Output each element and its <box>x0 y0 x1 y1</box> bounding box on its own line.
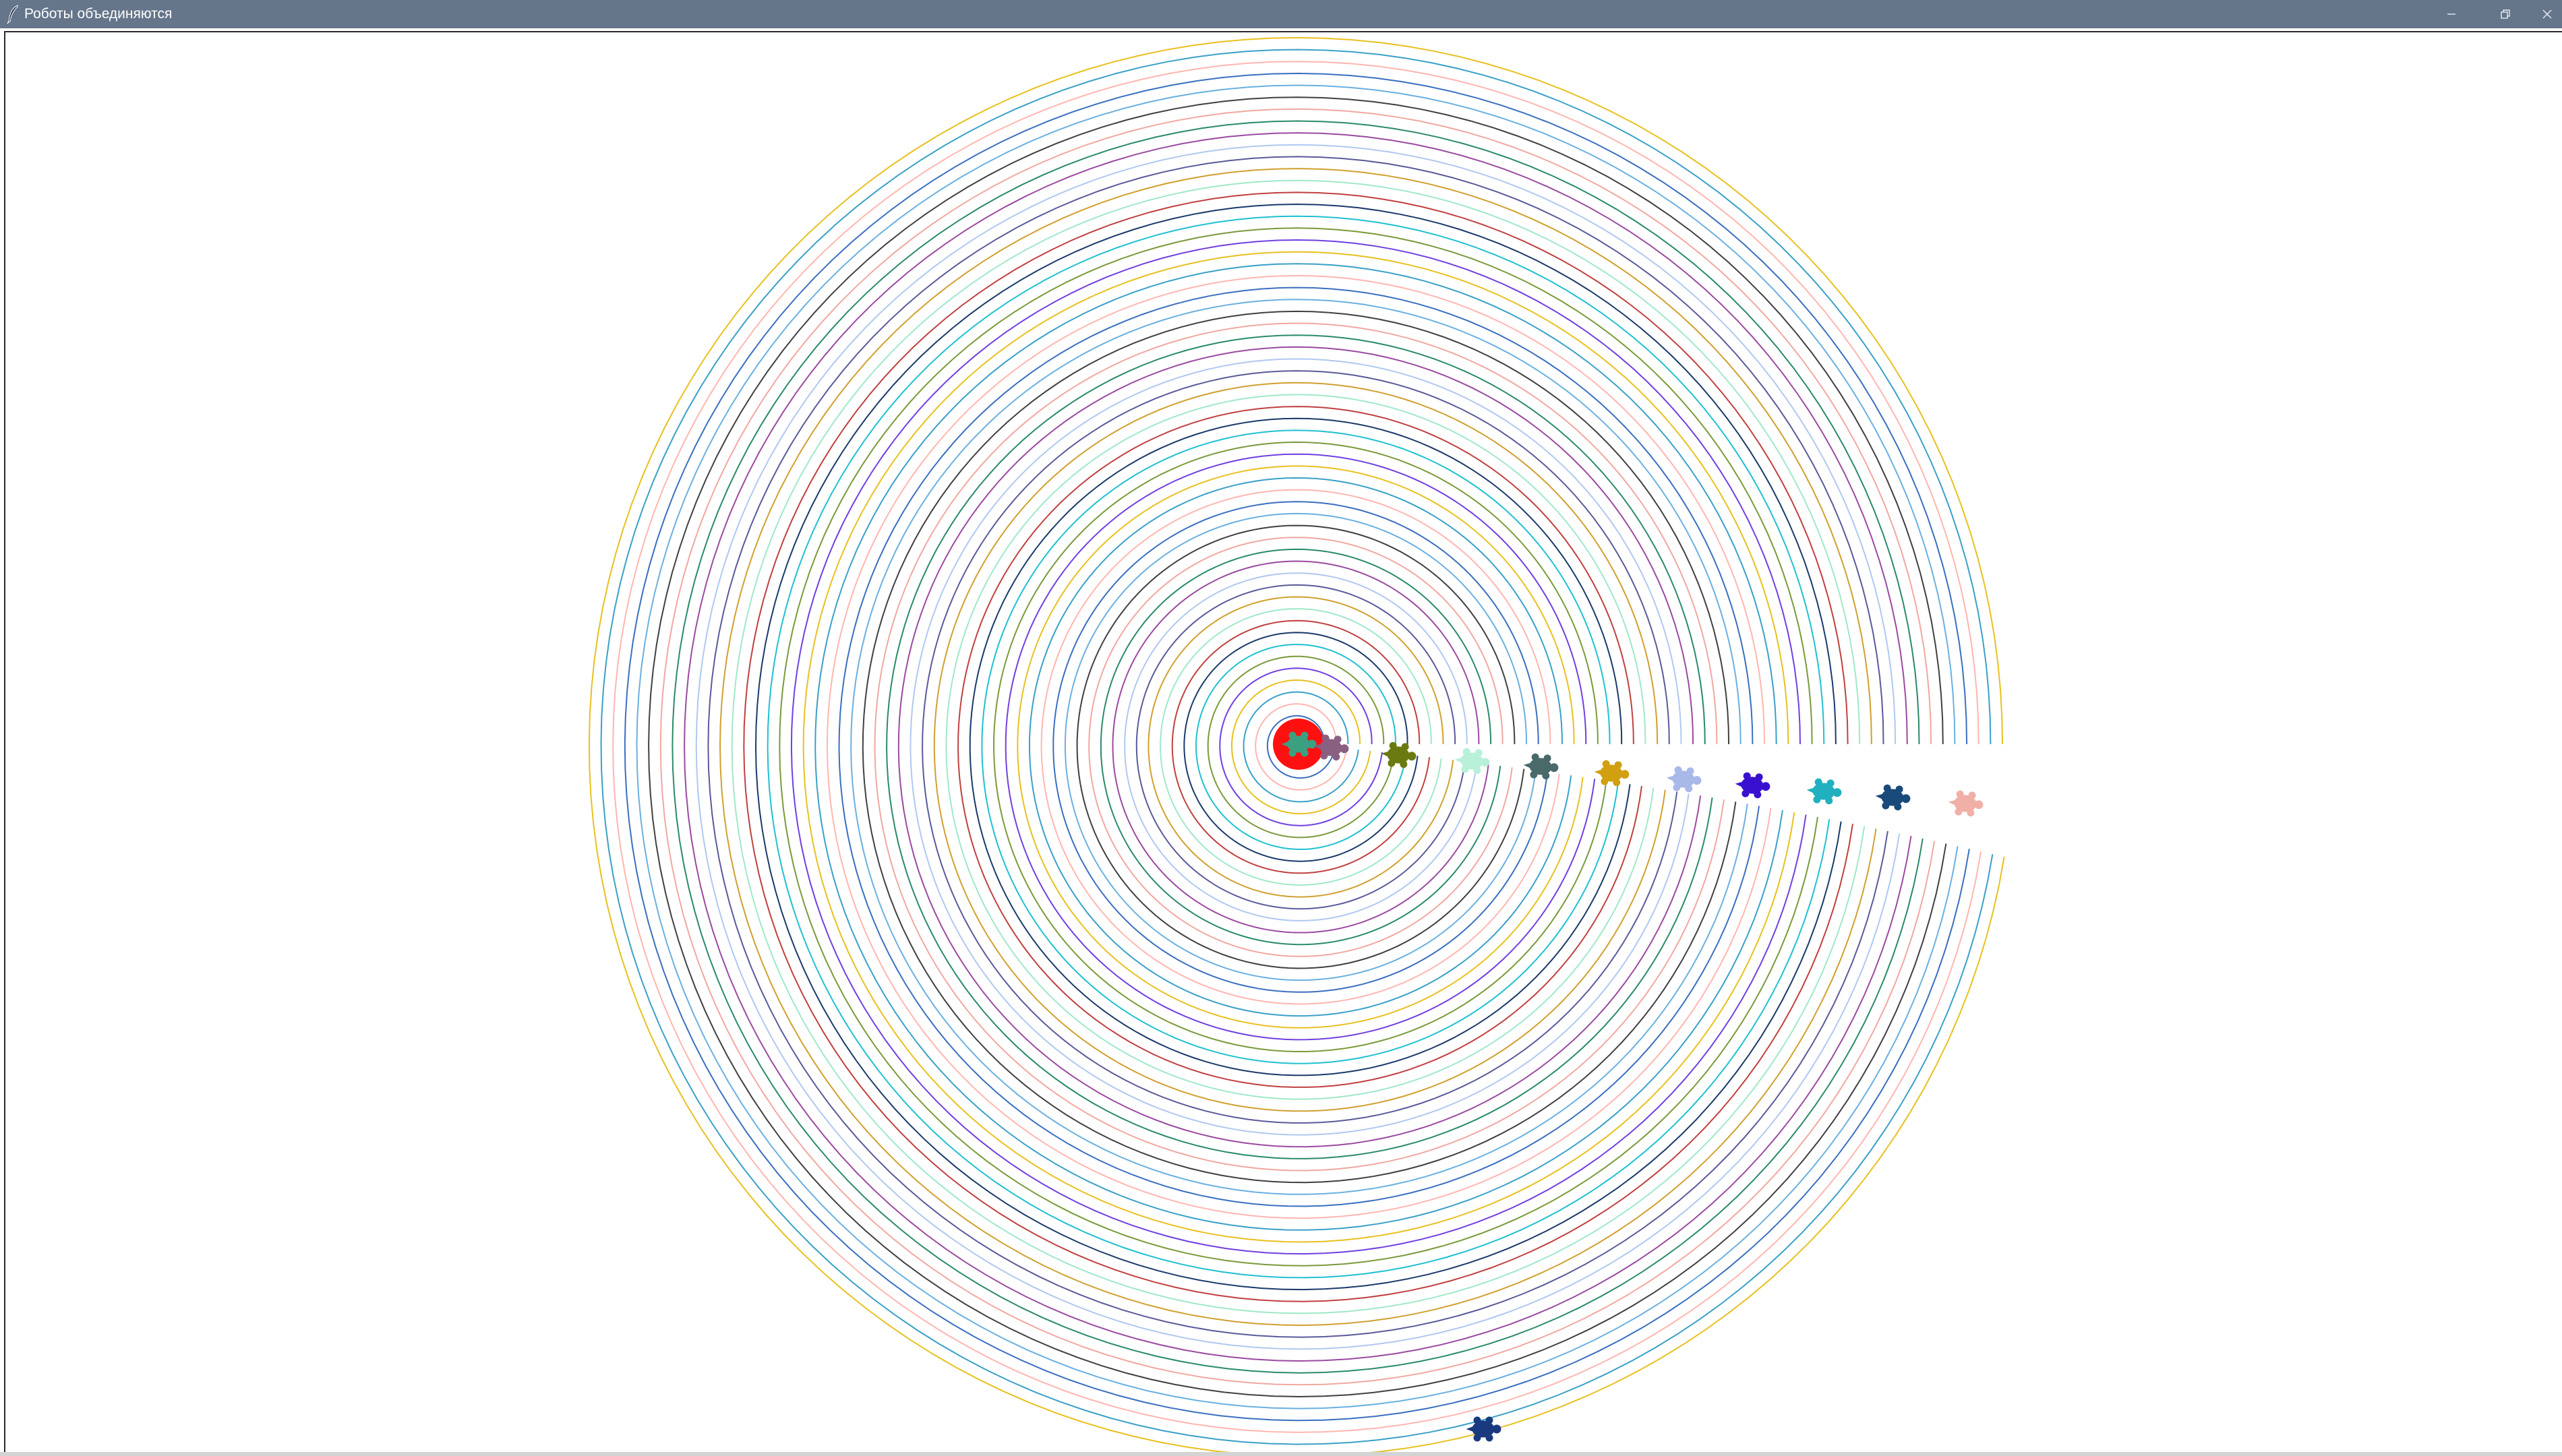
app-window: Роботы объединяются <box>0 0 2562 1456</box>
robot-10-turtle-icon <box>1875 784 1911 811</box>
robot-7-turtle-icon <box>1666 766 1702 793</box>
robot-8-turtle-icon <box>1735 772 1770 799</box>
turtle-canvas-area[interactable] <box>4 31 2562 1453</box>
feather-icon <box>7 5 18 24</box>
title-bar[interactable]: Роботы объединяются <box>0 0 2562 28</box>
close-button[interactable] <box>2532 0 2562 28</box>
robot-9-turtle-icon <box>1806 778 1842 805</box>
window-title: Роботы объединяются <box>24 6 173 22</box>
drawing-canvas[interactable] <box>5 32 2562 1453</box>
close-icon <box>2542 9 2552 19</box>
restore-icon <box>2501 9 2510 19</box>
robot-11-turtle-icon <box>1948 790 1984 817</box>
robot-5-turtle-icon <box>1523 753 1559 780</box>
window-bottom-border <box>0 1452 2562 1456</box>
restore-button[interactable] <box>2478 0 2532 28</box>
robot-4-turtle-icon <box>1454 748 1490 775</box>
minimize-button[interactable] <box>2424 0 2478 28</box>
minimize-icon <box>2447 13 2455 15</box>
robot-12-turtle-icon <box>1466 1416 1501 1442</box>
robot-6-turtle-icon <box>1594 760 1630 787</box>
robot-3-turtle-icon <box>1381 741 1417 768</box>
